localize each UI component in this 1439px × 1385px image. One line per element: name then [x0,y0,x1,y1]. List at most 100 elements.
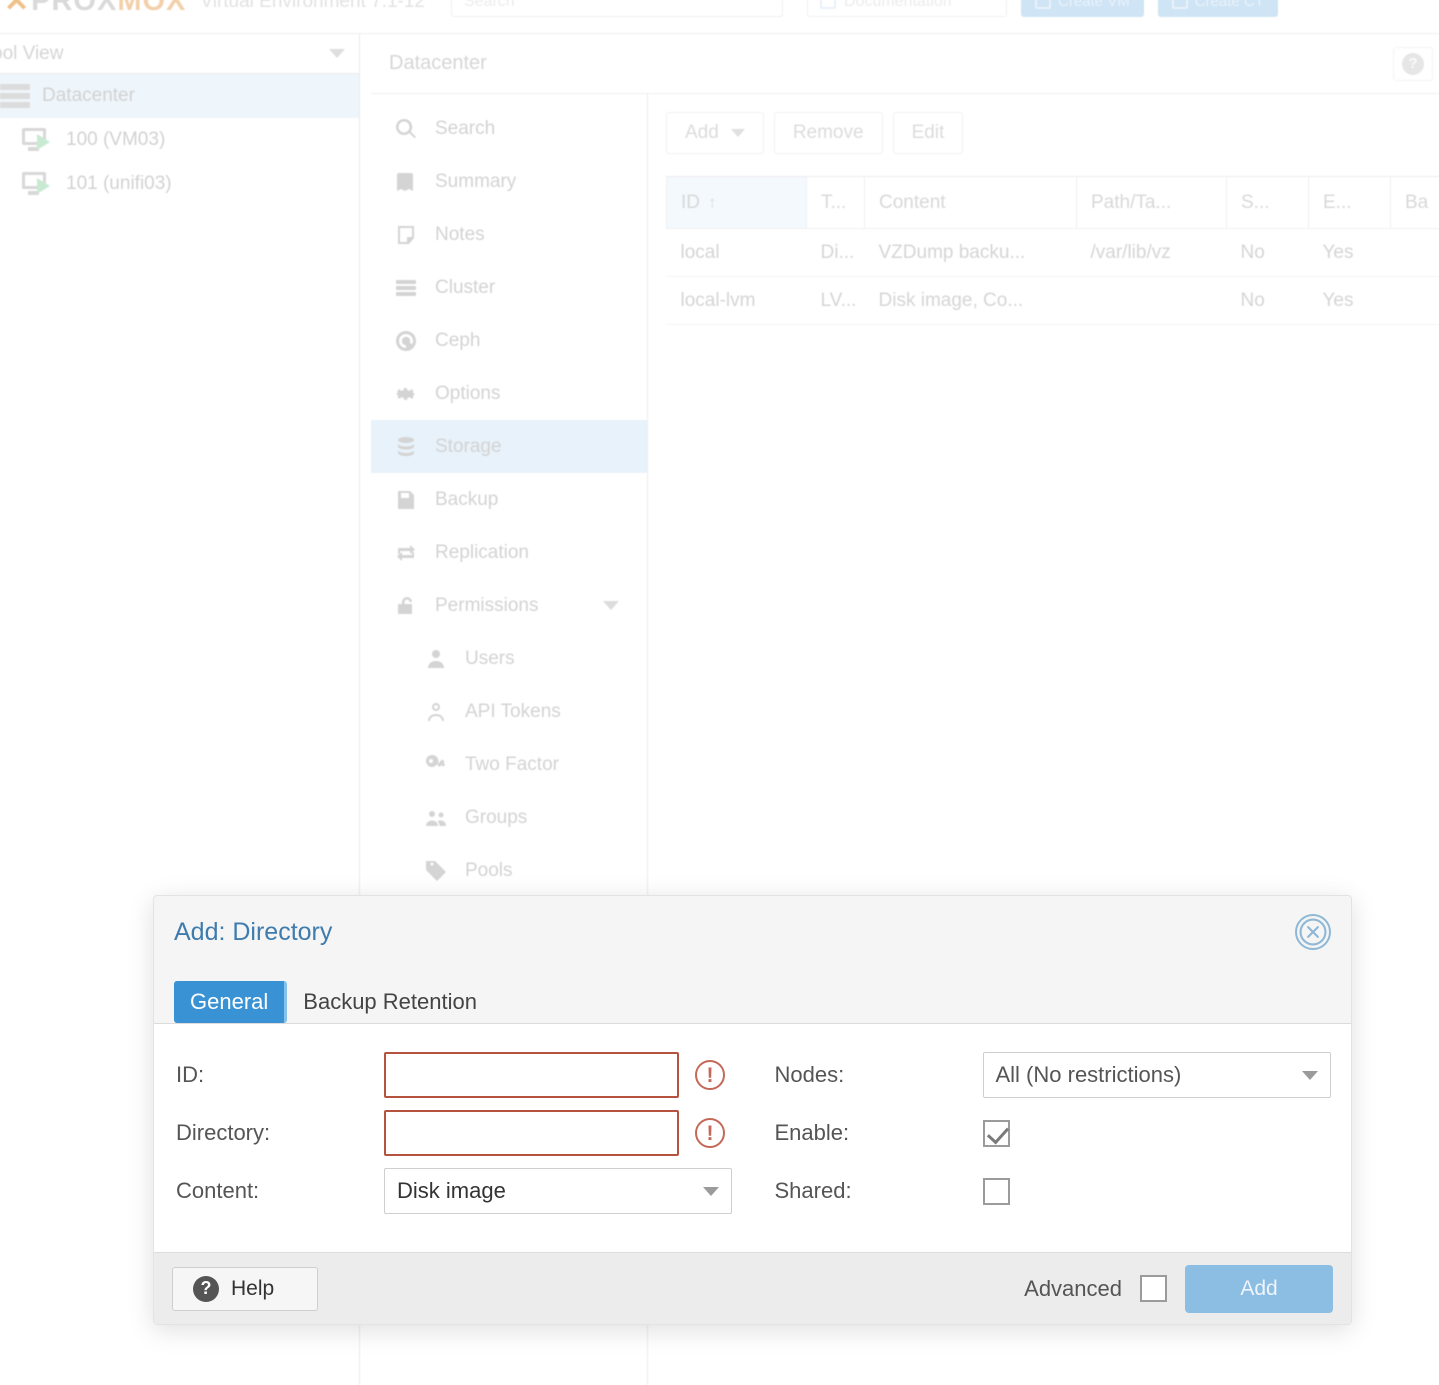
nav-item-label: Notes [435,223,485,245]
advanced-label: Advanced [1024,1275,1122,1301]
cell-shared: No [1226,276,1309,325]
nav-item-notes[interactable]: Notes [371,208,647,261]
create-ct-label: Create CT [1194,0,1264,10]
column-header-id[interactable]: ID ↑ [666,176,807,229]
nav-item-label: Two Factor [465,753,559,775]
documentation-button[interactable]: Documentation [807,0,1007,17]
enable-checkbox[interactable] [982,1119,1010,1147]
column-header-type[interactable]: T... [806,176,865,229]
storage-table: ID ↑ T... Content Path/Ta... S... E... Ba… [666,176,1439,325]
database-icon [393,434,419,460]
nav-item-summary[interactable]: Summary [371,155,647,208]
field-row-enable: Enable: [775,1104,1352,1162]
view-selector[interactable]: ool View [0,34,359,74]
create-vm-button[interactable]: Create VM [1021,0,1144,17]
advanced-checkbox[interactable] [1140,1275,1167,1302]
id-input[interactable] [384,1052,679,1098]
book-icon [393,169,419,195]
column-label: ID [681,191,700,213]
tree-item-datacenter[interactable]: Datacenter [0,74,359,118]
edit-label: Edit [911,122,945,143]
nav-item-label: Replication [435,541,529,563]
table-header-row: ID ↑ T... Content Path/Ta... S... E... Ba [666,176,1439,229]
help-button[interactable]: ? Help [172,1266,318,1311]
chevron-down-icon [603,601,619,610]
nodes-label: Nodes: [774,1062,845,1087]
column-header-path[interactable]: Path/Ta... [1076,176,1227,229]
content-header: Datacenter ? [371,34,1439,94]
table-row[interactable]: local Di... VZDump backu... /var/lib/vz … [666,228,1439,277]
edit-storage-button[interactable]: Edit [892,112,964,154]
directory-input[interactable] [384,1110,679,1156]
nav-item-storage[interactable]: Storage [371,420,647,473]
replication-icon [393,540,419,566]
create-vm-label: Create VM [1058,0,1130,10]
book-icon [820,0,836,9]
dialog-tabs: General Backup Retention [154,968,1351,1024]
nav-item-backup[interactable]: Backup [371,473,647,526]
help-circle-icon: ? [1402,52,1424,75]
nav-item-label: Ceph [435,329,481,351]
nav-item-users[interactable]: Users [371,632,647,685]
error-circle-icon: ! [695,1060,725,1090]
nav-item-search[interactable]: Search [371,102,647,155]
cell-type: Di... [806,228,865,277]
help-button[interactable]: ? [1393,46,1433,81]
logo-text-prox: PROX [31,0,118,17]
nav-item-label: Permissions [435,594,539,616]
column-header-bandwidth[interactable]: Ba [1390,176,1439,229]
nodes-select[interactable]: All (No restrictions) [982,1052,1331,1098]
nav-item-label: Storage [435,435,502,457]
dialog-body: ID: ! Directory: ! Content: Disk image N… [154,1024,1351,1252]
vm-running-icon [22,128,54,152]
add-label: Add [685,122,719,143]
column-header-enabled[interactable]: E... [1308,176,1391,229]
nav-item-pools[interactable]: Pools [371,844,647,897]
field-row-shared: Shared: [775,1162,1352,1220]
chevron-down-icon [730,129,745,137]
cell-bandwidth [1390,276,1439,325]
column-header-content[interactable]: Content [864,176,1077,229]
nav-item-replication[interactable]: Replication [371,526,647,579]
nav-item-ceph[interactable]: Ceph [371,314,647,367]
tree-item-vm-101[interactable]: 101 (unifi03) [0,162,359,206]
content-select-value: Disk image [397,1178,506,1203]
user-icon [423,646,449,672]
global-search-input[interactable]: Search [451,0,783,17]
dialog-header: Add: Directory [154,896,1351,968]
content-select[interactable]: Disk image [384,1168,732,1214]
close-icon[interactable] [1295,914,1331,950]
shared-checkbox[interactable] [982,1177,1010,1205]
add-button[interactable]: Add [1185,1264,1333,1313]
group-icon [423,805,449,831]
nav-item-options[interactable]: Options [371,367,647,420]
nav-item-label: Options [435,382,501,404]
add-directory-dialog: Add: Directory General Backup Retention … [153,895,1352,1325]
remove-storage-button[interactable]: Remove [773,112,883,154]
id-label: ID: [176,1062,205,1087]
dialog-title: Add: Directory [174,917,333,946]
column-header-shared[interactable]: S... [1226,176,1309,229]
nav-item-cluster[interactable]: Cluster [371,261,647,314]
tab-backup-retention[interactable]: Backup Retention [287,981,493,1023]
chevron-down-icon [1301,1070,1318,1080]
nav-item-label: Groups [465,806,528,828]
nav-item-api-tokens[interactable]: API Tokens [371,685,647,738]
search-icon [393,116,419,142]
tree-item-label: 101 (unifi03) [66,173,172,194]
tab-general[interactable]: General [174,981,288,1023]
help-label: Help [231,1276,275,1300]
cell-enabled: Yes [1308,276,1391,325]
unlock-icon [393,593,419,619]
datacenter-icon [0,84,30,108]
tree-item-label: Datacenter [42,85,135,106]
top-header-bar: ✕ PROX MOX Virtual Environment 7.1-12 Sea… [0,0,1439,34]
add-storage-button[interactable]: Add [666,112,764,154]
nav-item-two-factor[interactable]: Two Factor [371,738,647,791]
table-row[interactable]: local-lvm LV... Disk image, Co... No Yes [666,276,1439,325]
nav-item-groups[interactable]: Groups [371,791,647,844]
error-circle-icon: ! [695,1118,725,1148]
create-ct-button[interactable]: Create CT [1157,0,1278,17]
nav-item-permissions[interactable]: Permissions [371,579,647,632]
tree-item-vm-100[interactable]: 100 (VM03) [0,118,359,162]
